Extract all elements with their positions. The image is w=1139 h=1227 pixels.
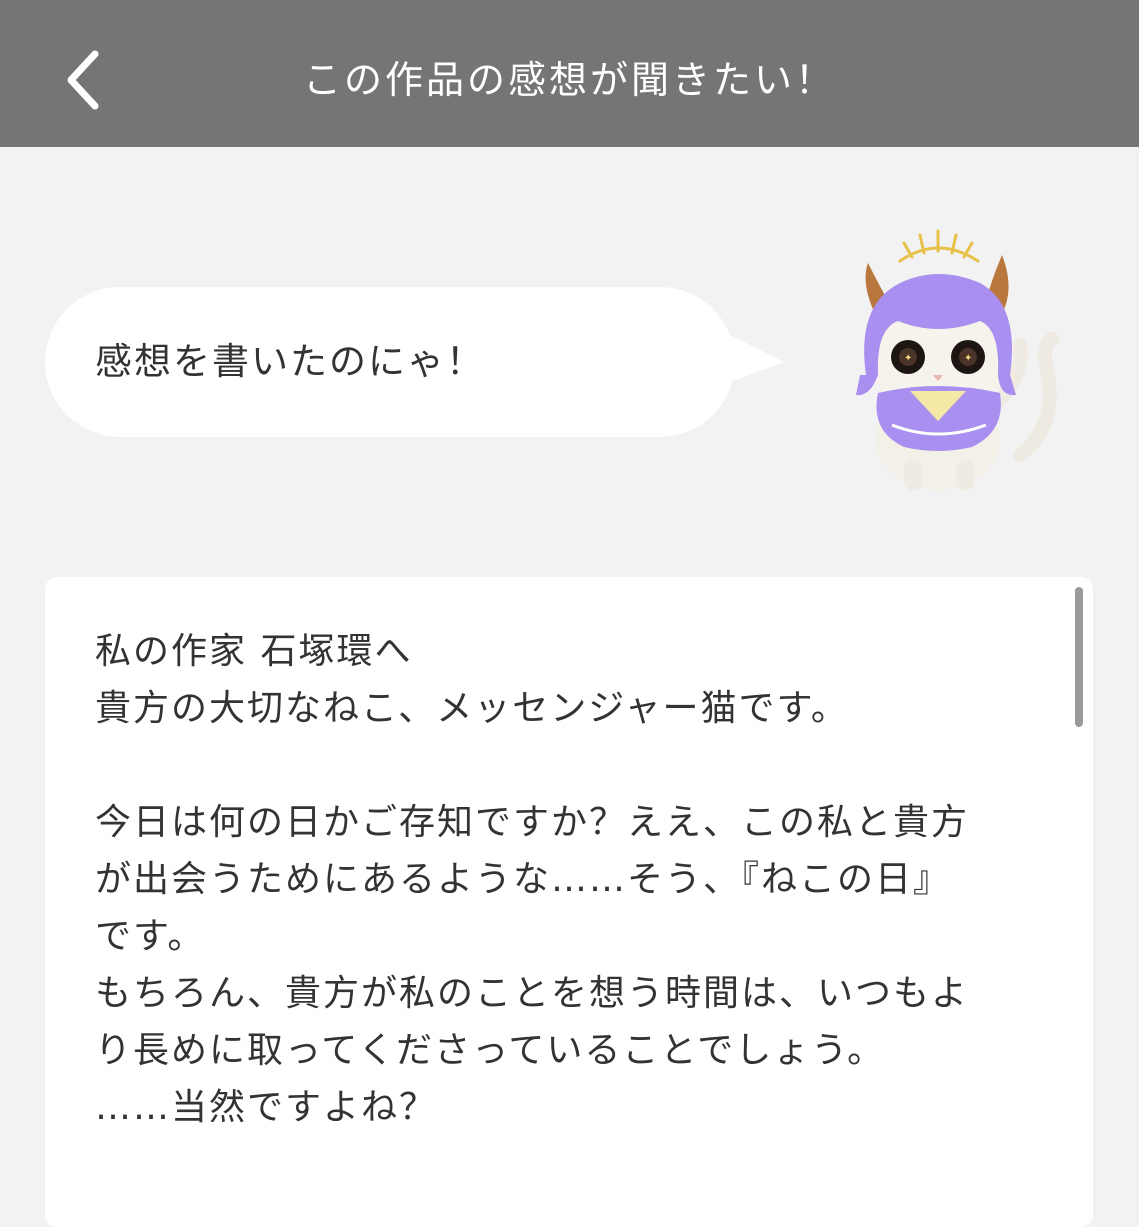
speech-bubble-tail [720,330,784,386]
header-bar: この作品の感想が聞きたい！ [0,0,1139,147]
messenger-cat-mascot: ✦ ✦ [856,229,1059,490]
speech-bubble-text: 感想を書いたのにゃ！ [95,340,485,383]
message-line: が出会うためにあるような……そう、『ねこの日』 [95,859,952,900]
message-body: 私の作家 石塚環へ 貴方の大切なねこ、メッセンジャー猫です。 今日は何の日かご存… [95,623,1035,1136]
message-line: です。 [95,916,206,957]
message-line: もちろん、貴方が私のことを想う時間は、いつもよ [95,973,970,1014]
message-card: 私の作家 石塚環へ 貴方の大切なねこ、メッセンジャー猫です。 今日は何の日かご存… [45,577,1093,1227]
message-line: 今日は何の日かご存知ですか？ええ、この私と貴方 [95,802,970,843]
svg-text:✦: ✦ [904,353,912,364]
message-line: 貴方の大切なねこ、メッセンジャー猫です。 [95,688,849,729]
page-title: この作品の感想が聞きたい！ [302,58,836,102]
speech-bubble: 感想を書いたのにゃ！ [45,287,735,437]
message-line: 私の作家 石塚環へ [95,631,413,672]
halo-icon [898,229,980,263]
message-line [95,737,1035,794]
message-line: り長めに取ってくださっていることでしょう。 [95,1030,886,1071]
svg-text:✦: ✦ [964,353,972,364]
message-line: ……当然ですよね？ [95,1087,438,1128]
scrollbar[interactable] [1075,587,1083,727]
